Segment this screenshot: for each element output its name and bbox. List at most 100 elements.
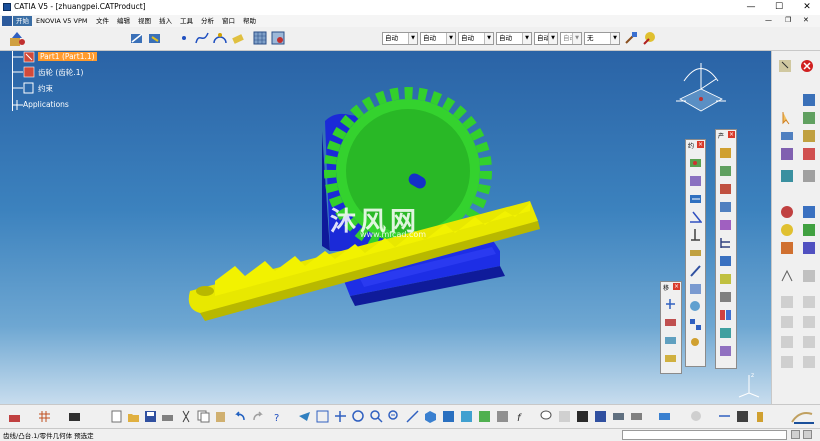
select-mode-icon[interactable] <box>778 59 792 73</box>
snap-icon[interactable] <box>664 316 677 329</box>
paint-brush-icon[interactable] <box>624 31 638 45</box>
change-constraint-icon[interactable] <box>689 300 702 313</box>
new-part-icon[interactable] <box>719 182 732 195</box>
color-combo[interactable]: 自动 ▼ <box>382 32 418 45</box>
undo-icon[interactable] <box>233 410 246 423</box>
workbench-icon[interactable] <box>8 30 26 48</box>
zoom-out-icon[interactable] <box>388 410 401 423</box>
product-icon[interactable] <box>802 111 816 125</box>
doc-minimize-button[interactable]: — <box>765 16 772 24</box>
material-icon[interactable] <box>780 205 794 219</box>
annotation-icon[interactable] <box>802 169 816 183</box>
product-structure-panel[interactable]: 产 × <box>715 129 737 369</box>
fast-multi-instantiation-icon[interactable] <box>719 326 732 339</box>
fix-icon[interactable] <box>689 228 702 241</box>
pointer-icon[interactable] <box>780 111 794 125</box>
save-icon[interactable] <box>144 410 157 423</box>
normal-view-icon[interactable] <box>406 410 419 423</box>
render-style-combo[interactable]: 自动 ▼ <box>560 32 582 45</box>
existing-component-icon[interactable] <box>719 200 732 213</box>
fit-all-icon[interactable] <box>316 410 329 423</box>
zoom-in-icon[interactable] <box>370 410 383 423</box>
status-button-1[interactable] <box>791 430 800 439</box>
rotate-icon[interactable] <box>352 410 365 423</box>
coincidence-icon[interactable] <box>689 156 702 169</box>
generate-numbering-icon[interactable] <box>719 254 732 267</box>
catalog-browser-icon[interactable] <box>68 410 81 423</box>
close-button[interactable]: ✕ <box>796 0 818 15</box>
hide-show-icon[interactable] <box>460 410 473 423</box>
table-icon[interactable] <box>576 410 589 423</box>
contact-icon[interactable] <box>689 174 702 187</box>
grid-snap-icon[interactable] <box>38 410 51 423</box>
scene-icon[interactable] <box>780 169 794 183</box>
comment-icon[interactable] <box>540 410 553 423</box>
menu-tools[interactable]: 工具 <box>177 16 196 26</box>
tool-palette-icon[interactable] <box>8 410 21 423</box>
manage-representations-icon[interactable] <box>719 290 732 303</box>
open-file-icon[interactable] <box>127 410 140 423</box>
grid-icon[interactable] <box>253 31 267 45</box>
measure-inertia-icon[interactable] <box>658 410 671 423</box>
flexible-icon[interactable] <box>689 282 702 295</box>
layer-combo[interactable]: 无 ▼ <box>584 32 620 45</box>
multi-view-icon[interactable] <box>736 410 749 423</box>
scale-icon[interactable] <box>718 410 731 423</box>
move-panel-close-button[interactable]: × <box>673 283 680 290</box>
explode-icon[interactable] <box>664 352 677 365</box>
constraint-toolbar-panel[interactable]: 约 × <box>685 139 706 367</box>
menu-analyze[interactable]: 分析 <box>198 16 217 26</box>
pan-icon[interactable] <box>334 410 347 423</box>
sketch-icon[interactable] <box>130 31 144 45</box>
arc-icon[interactable] <box>213 31 227 45</box>
menu-start[interactable]: 开始 <box>13 16 32 26</box>
shading-icon[interactable] <box>442 410 455 423</box>
doc-restore-button[interactable]: ❐ <box>785 16 791 24</box>
minimize-button[interactable]: — <box>740 0 762 15</box>
new-file-icon[interactable] <box>110 410 123 423</box>
angle-icon[interactable] <box>689 210 702 223</box>
replace-component-icon[interactable] <box>719 218 732 231</box>
section-icon[interactable] <box>780 147 794 161</box>
whats-this-icon[interactable]: ? <box>271 410 284 423</box>
point-type-combo[interactable]: 自动 ▼ <box>534 32 558 45</box>
graph-tree-reordering-icon[interactable] <box>719 236 732 249</box>
product-panel-close-button[interactable]: × <box>728 131 735 138</box>
menu-insert[interactable]: 插入 <box>156 16 175 26</box>
product-more-icon[interactable] <box>719 344 732 357</box>
formula-icon[interactable] <box>780 269 794 283</box>
eraser-icon[interactable] <box>231 31 245 45</box>
distance-icon[interactable] <box>802 147 816 161</box>
spline-icon[interactable] <box>195 31 209 45</box>
quick-constraint-icon[interactable] <box>689 264 702 277</box>
tree-structure-icon[interactable] <box>594 410 607 423</box>
line-type-combo[interactable]: 自动 ▼ <box>496 32 532 45</box>
command-input[interactable] <box>622 430 787 440</box>
redo-icon[interactable] <box>252 410 265 423</box>
iso-view-icon[interactable] <box>424 410 437 423</box>
swap-visible-space-icon[interactable] <box>478 410 491 423</box>
constraint-panel-close-button[interactable]: × <box>697 141 704 148</box>
constraint-more-icon[interactable] <box>689 336 702 349</box>
move-toolbar-panel[interactable]: 移 × <box>660 281 682 374</box>
selective-load-icon[interactable] <box>719 272 732 285</box>
menu-help[interactable]: 帮助 <box>240 16 259 26</box>
cut-icon[interactable] <box>180 410 193 423</box>
apply-material-icon[interactable] <box>496 410 509 423</box>
menu-window[interactable]: 窗口 <box>219 16 238 26</box>
law-icon[interactable] <box>802 241 816 255</box>
snap-grid-icon[interactable] <box>271 31 285 45</box>
transparency-combo[interactable]: 自动 ▼ <box>420 32 456 45</box>
status-button-2[interactable] <box>803 430 812 439</box>
point-icon[interactable] <box>177 31 191 45</box>
copy-icon[interactable] <box>802 223 816 237</box>
3d-viewport[interactable]: Part1 (Part1.1) 齿轮 (齿轮.1) 约束 Application… <box>0 51 771 404</box>
exit-sketch-icon[interactable] <box>148 31 162 45</box>
maximize-button[interactable]: ☐ <box>768 0 790 15</box>
menu-view[interactable]: 视图 <box>135 16 154 26</box>
clash-icon[interactable] <box>802 129 816 143</box>
print-icon[interactable] <box>161 410 174 423</box>
smart-move-icon[interactable] <box>664 334 677 347</box>
macro-icon[interactable] <box>558 410 571 423</box>
offset-icon[interactable] <box>689 192 702 205</box>
